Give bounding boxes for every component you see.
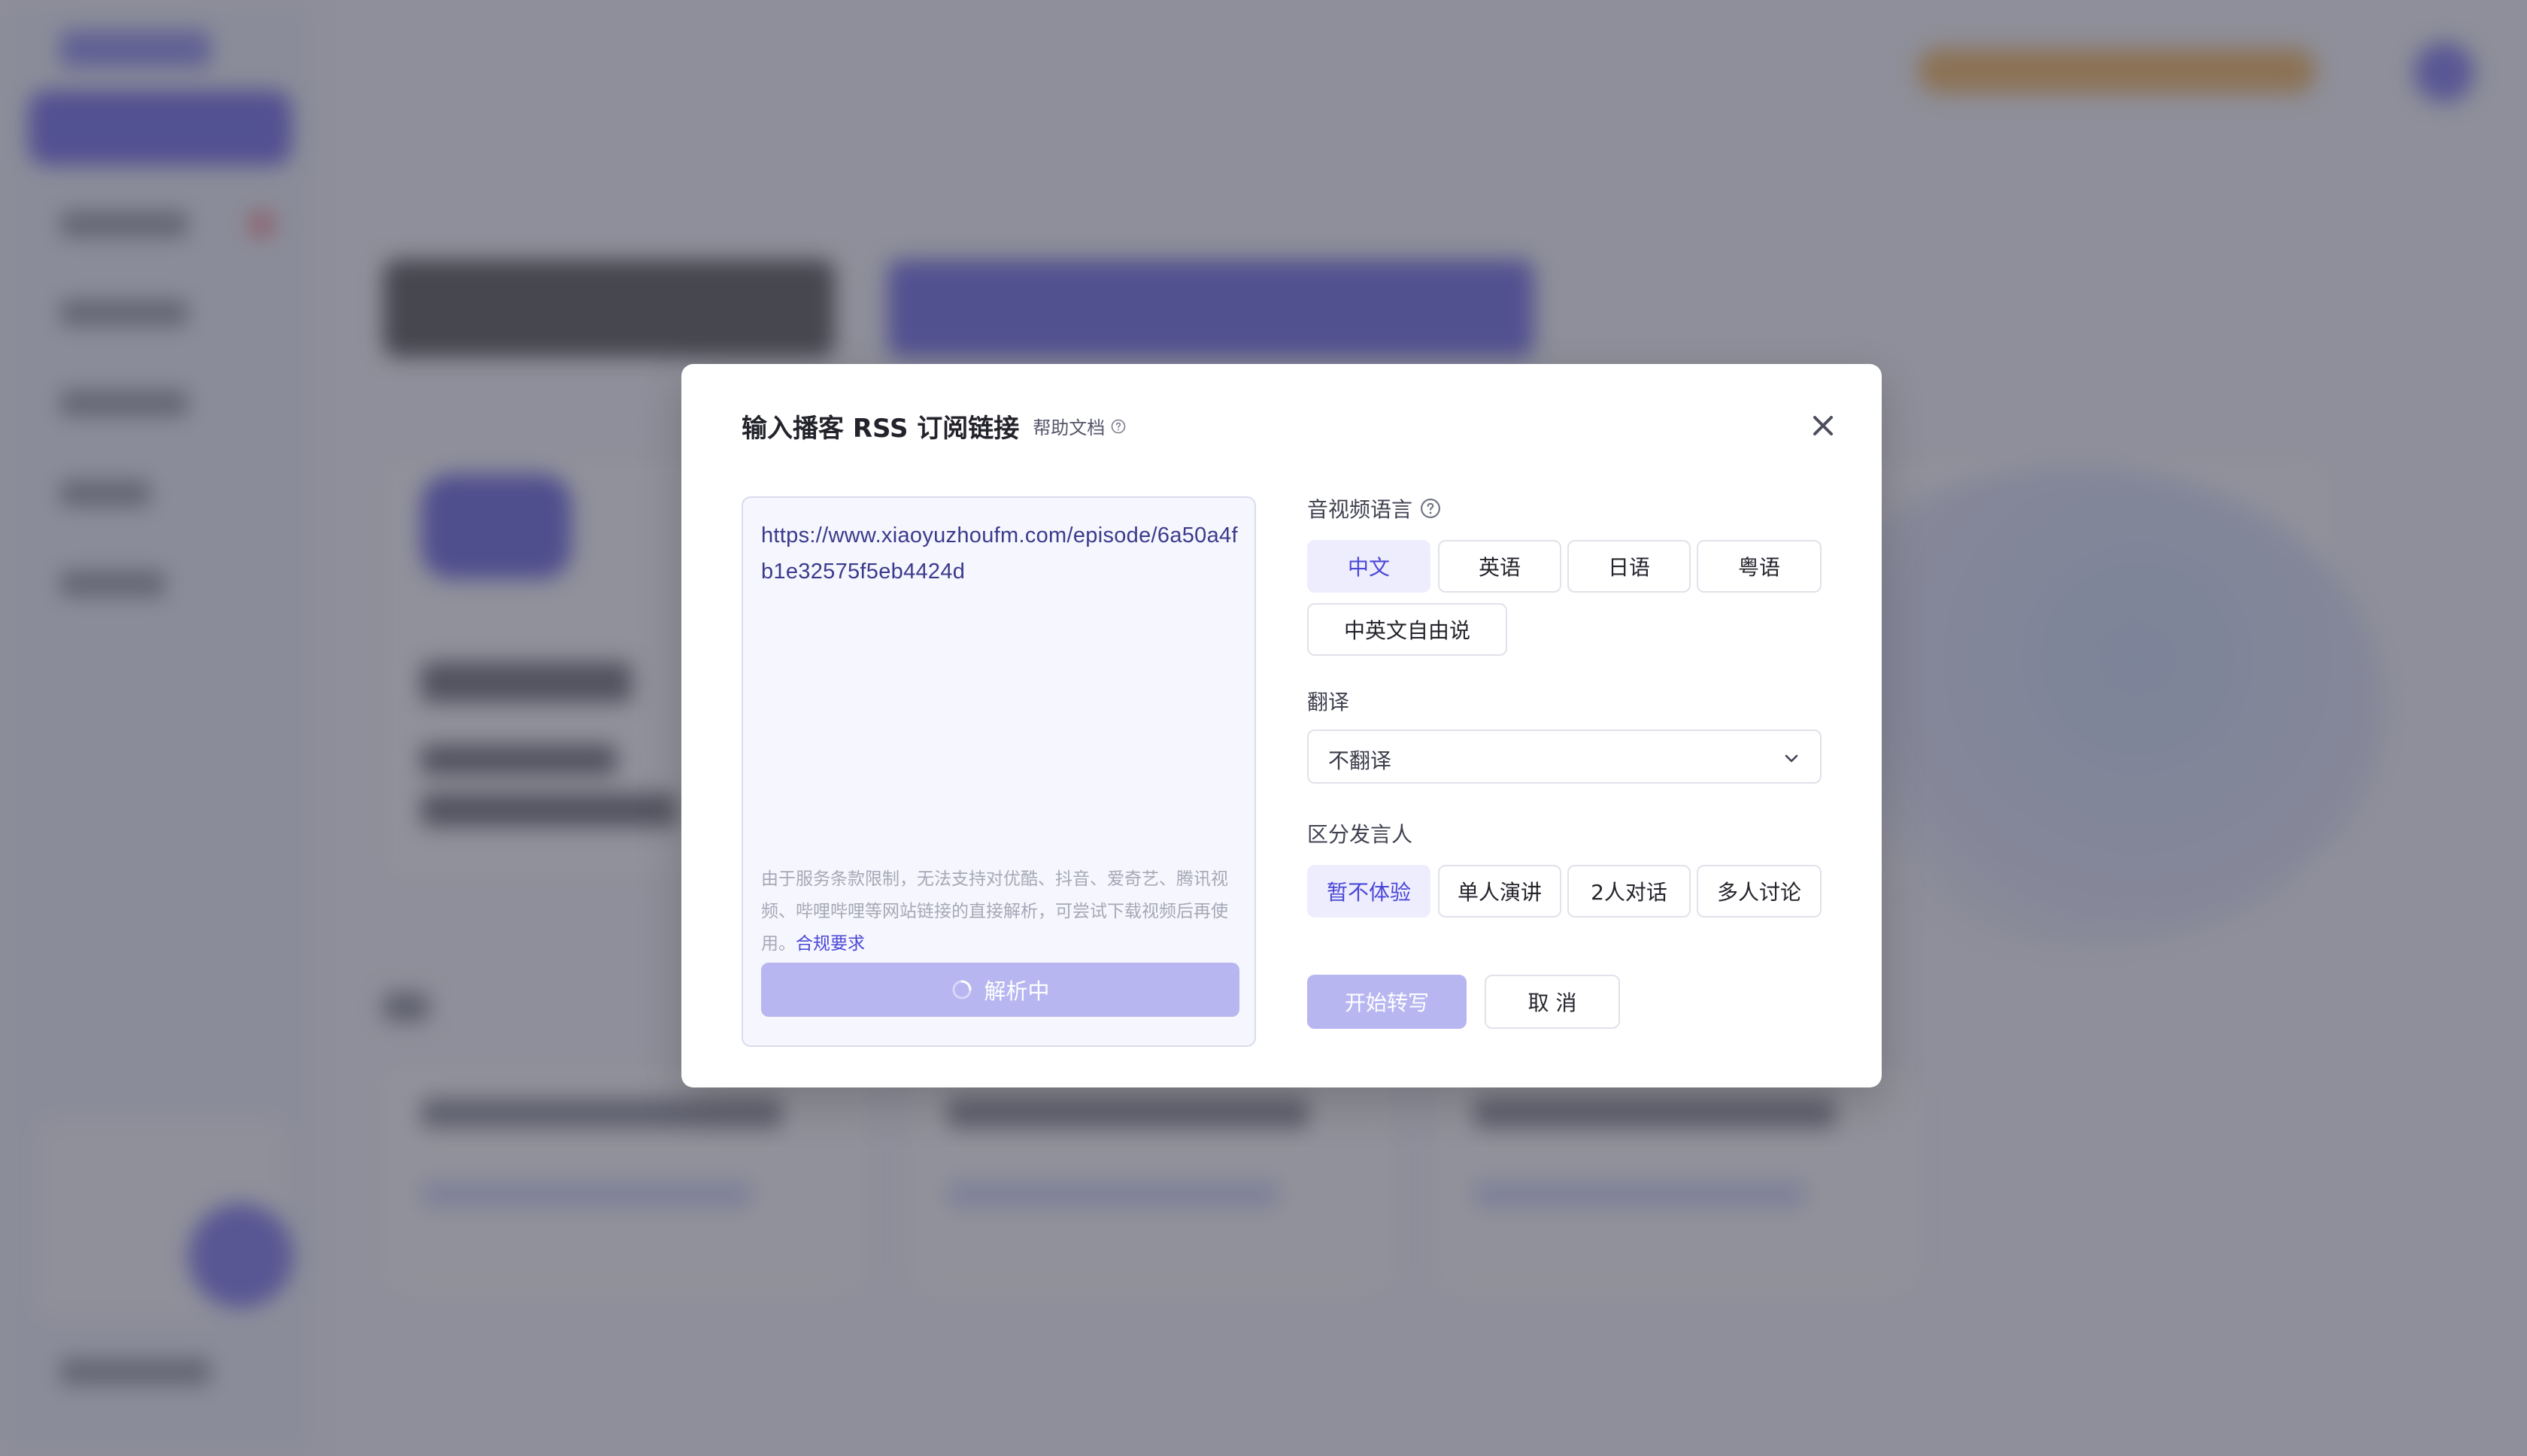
language-option-japanese[interactable]: 日语 xyxy=(1567,540,1691,593)
language-option-chinese[interactable]: 中文 xyxy=(1307,540,1430,593)
start-transcription-button[interactable]: 开始转写 xyxy=(1307,975,1467,1029)
compliance-link[interactable]: 合规要求 xyxy=(796,934,865,954)
help-docs-label: 帮助文档 xyxy=(1033,417,1106,438)
modal-title: 输入播客 RSS 订阅链接 xyxy=(742,414,1020,444)
language-option-cantonese[interactable]: 粤语 xyxy=(1697,540,1822,593)
language-option-mixed[interactable]: 中英文自由说 xyxy=(1307,603,1507,656)
translation-select[interactable]: 不翻译 xyxy=(1307,730,1822,784)
speaker-option-skip[interactable]: 暂不体验 xyxy=(1307,865,1430,918)
translation-select-value: 不翻译 xyxy=(1328,748,1392,773)
service-notice: 由于服务条款限制，无法支持对优酷、抖音、爱奇艺、腾讯视频、哔哩哔哩等网站链接的直… xyxy=(761,863,1239,960)
translation-label: 翻译 xyxy=(1307,690,1350,714)
url-input-panel: 由于服务条款限制，无法支持对优酷、抖音、爱奇艺、腾讯视频、哔哩哔哩等网站链接的直… xyxy=(742,496,1256,1047)
parse-button-label: 解析中 xyxy=(984,978,1050,1004)
parse-button[interactable]: 解析中 xyxy=(761,963,1239,1017)
speaker-option-multi[interactable]: 多人讨论 xyxy=(1697,865,1822,918)
speaker-section-label: 区分发言人 xyxy=(1307,818,1412,848)
modal-header: 输入播客 RSS 订阅链接 帮助文档 xyxy=(742,408,1126,444)
question-circle-icon[interactable] xyxy=(1420,498,1441,519)
language-option-english[interactable]: 英语 xyxy=(1438,540,1561,593)
help-docs-link[interactable]: 帮助文档 xyxy=(1033,413,1126,439)
speaker-label: 区分发言人 xyxy=(1307,822,1413,847)
speaker-option-single[interactable]: 单人演讲 xyxy=(1438,865,1561,918)
question-circle-icon xyxy=(1112,419,1126,433)
rss-link-modal: 输入播客 RSS 订阅链接 帮助文档 由于服务条款限制，无法支持对优酷、抖音、爱… xyxy=(681,364,1882,1087)
language-section-label: 音视频语言 xyxy=(1307,493,1441,523)
translation-section-label: 翻译 xyxy=(1307,686,1349,716)
close-button[interactable] xyxy=(1799,402,1847,450)
chevron-down-icon xyxy=(1785,754,1798,763)
spinner-icon xyxy=(952,980,972,999)
speaker-option-two[interactable]: 2人对话 xyxy=(1567,865,1691,918)
cancel-button[interactable]: 取 消 xyxy=(1485,975,1620,1029)
language-label: 音视频语言 xyxy=(1307,497,1413,522)
close-icon xyxy=(1813,416,1833,435)
rss-url-input[interactable] xyxy=(761,517,1239,788)
